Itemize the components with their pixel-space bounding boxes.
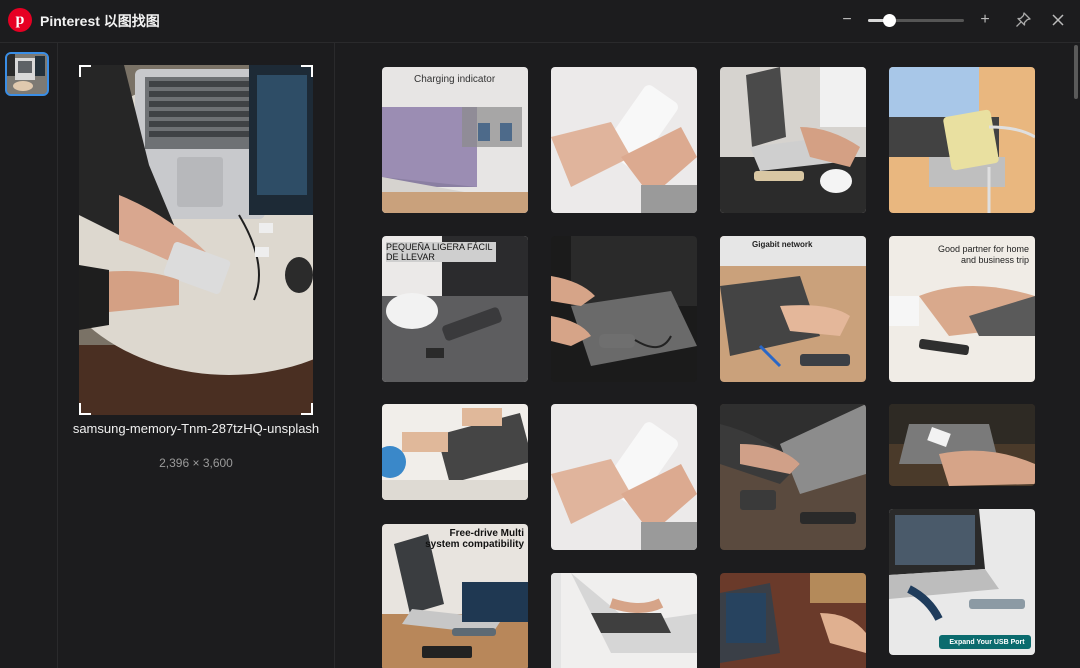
result-tile[interactable] bbox=[889, 67, 1035, 213]
zoom-slider[interactable] bbox=[868, 14, 964, 27]
tile-caption: Free-drive Multi system compatibility bbox=[425, 528, 524, 550]
zoom-slider-thumb[interactable] bbox=[882, 14, 896, 27]
file-name: samsung-memory-Tnm-287tzHQ-unsplash bbox=[72, 421, 320, 436]
tile-caption: PEQUEÑA LIGERA FÁCIL DE LLEVAR bbox=[386, 242, 496, 262]
result-tile[interactable]: Free-drive Multi system compatibility bbox=[382, 524, 528, 668]
result-tile[interactable] bbox=[720, 67, 866, 213]
result-tile[interactable] bbox=[720, 404, 866, 550]
result-tile[interactable]: Charging indicator bbox=[382, 67, 528, 213]
title-bar: p Pinterest 以图找图 − + bbox=[0, 0, 1080, 43]
preview-panel: samsung-memory-Tnm-287tzHQ-unsplash 2,39… bbox=[58, 43, 335, 668]
file-dimensions: 2,396 × 3,600 bbox=[159, 456, 233, 470]
tile-caption: Good partner for home and business trip bbox=[937, 244, 1029, 265]
close-icon[interactable] bbox=[1049, 11, 1067, 29]
result-tile[interactable] bbox=[889, 404, 1035, 486]
tile-caption: Charging indicator bbox=[414, 74, 496, 85]
tile-caption: Gigabit network bbox=[752, 240, 813, 249]
pin-icon[interactable] bbox=[1014, 11, 1032, 29]
result-tile[interactable]: PEQUEÑA LIGERA FÁCIL DE LLEVAR bbox=[382, 236, 528, 382]
result-tile[interactable] bbox=[551, 404, 697, 550]
result-tile[interactable] bbox=[551, 67, 697, 213]
crop-corner[interactable] bbox=[79, 403, 91, 415]
history-thumbnail[interactable] bbox=[5, 52, 49, 96]
result-tile[interactable] bbox=[382, 404, 528, 500]
result-tile[interactable] bbox=[720, 573, 866, 668]
pinterest-logo-icon: p bbox=[8, 8, 32, 32]
result-tile[interactable]: Expand Your USB Port bbox=[889, 509, 1035, 655]
result-tile[interactable] bbox=[551, 573, 697, 668]
zoom-in-button[interactable]: + bbox=[976, 9, 994, 31]
gallery-scrollbar[interactable] bbox=[1074, 45, 1078, 99]
tile-caption: Expand Your USB Port bbox=[949, 639, 1025, 646]
zoom-out-button[interactable]: − bbox=[838, 9, 856, 31]
result-tile[interactable]: Good partner for home and business trip bbox=[889, 236, 1035, 382]
crop-corner[interactable] bbox=[301, 403, 313, 415]
query-image bbox=[79, 65, 313, 415]
app-title: Pinterest 以图找图 bbox=[40, 13, 160, 29]
results-gallery: Charging indicator PEQUEÑA LIGERA FÁCIL … bbox=[335, 43, 1073, 668]
crop-corner[interactable] bbox=[301, 65, 313, 77]
result-tile[interactable]: Gigabit network bbox=[720, 236, 866, 382]
result-tile[interactable] bbox=[551, 236, 697, 382]
history-sidebar bbox=[0, 43, 58, 668]
crop-corner[interactable] bbox=[79, 65, 91, 77]
